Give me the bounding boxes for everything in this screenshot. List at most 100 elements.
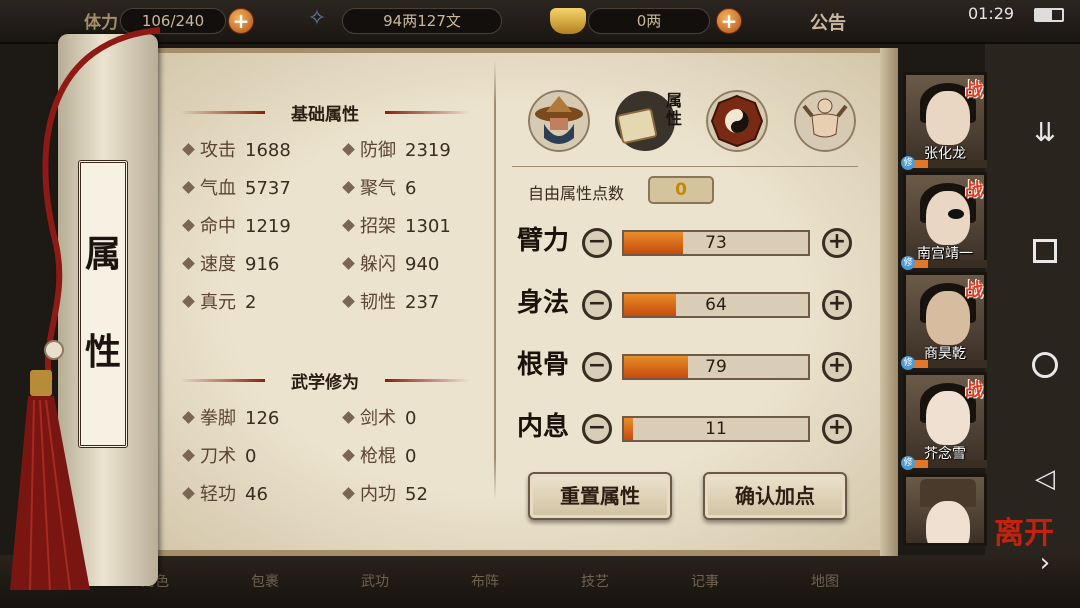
bagua-icon[interactable] <box>706 90 768 152</box>
header-ornament <box>385 111 470 114</box>
recent-apps-icon[interactable] <box>1030 236 1060 266</box>
clock: 01:29 <box>968 4 1015 23</box>
leave-button[interactable]: 离开 <box>994 508 1054 552</box>
battery-icon <box>1034 8 1064 22</box>
diamond-icon <box>182 411 195 424</box>
scroll-edge <box>880 48 898 556</box>
money-value: 94两127文 <box>342 8 502 34</box>
agility-bar: 64 <box>622 292 810 318</box>
basic-attributes-header: 基础属性 <box>180 100 470 125</box>
title-tag: 属 性 <box>78 160 128 448</box>
basic-attributes-title: 基础属性 <box>291 105 359 125</box>
diamond-icon <box>182 449 195 462</box>
breath-minus-button[interactable]: − <box>582 414 612 444</box>
face <box>926 391 970 445</box>
title-char-2: 性 <box>84 331 121 373</box>
chevron-right-icon[interactable]: › <box>1030 548 1060 578</box>
breath-value: 11 <box>705 419 727 439</box>
menu-bag[interactable]: 包裹 <box>235 562 295 602</box>
cultivation-bar <box>903 260 987 268</box>
stat-speed: 速度 916 <box>182 252 279 278</box>
add-gold-button[interactable]: + <box>716 8 742 34</box>
stat-lightness: 轻功 46 <box>182 482 268 508</box>
stat-inner: 内功 52 <box>342 482 428 508</box>
diamond-icon <box>342 487 355 500</box>
muscle-figure-icon[interactable] <box>794 90 856 152</box>
attr-constitution-label: 根骨 <box>516 350 569 380</box>
attr-strength-label: 臂力 <box>516 226 569 256</box>
strength-plus-button[interactable]: + <box>822 228 852 258</box>
stat-sword: 剑术 0 <box>342 406 416 432</box>
icon-row-divider <box>512 166 858 167</box>
agility-plus-button[interactable]: + <box>822 290 852 320</box>
stat-hp: 气血 5737 <box>182 176 291 202</box>
strength-value: 73 <box>705 233 727 253</box>
strength-bar: 73 <box>622 230 810 256</box>
tab-attributes-label: 属性 <box>665 91 682 128</box>
notice-button[interactable]: 公告 <box>810 9 846 35</box>
menu-crafts[interactable]: 技艺 <box>565 562 625 602</box>
menu-formation[interactable]: 布阵 <box>455 562 515 602</box>
constitution-bar: 79 <box>622 354 810 380</box>
martial-header: 武学修为 <box>180 368 470 393</box>
stat-attack: 攻击 1688 <box>182 138 291 164</box>
cultivation-tag: 修 <box>901 456 915 470</box>
party-member-1[interactable]: 战 张化龙 <box>903 72 987 168</box>
constitution-value: 79 <box>705 357 727 377</box>
battle-mark: 战 <box>965 380 983 401</box>
stat-dodge: 躲闪 940 <box>342 252 439 278</box>
face <box>926 191 970 245</box>
attr-breath-label: 内息 <box>516 412 569 442</box>
column-divider <box>494 60 496 500</box>
menu-journal[interactable]: 记事 <box>675 562 735 602</box>
party-member-2[interactable]: 战 南宫靖一 <box>903 172 987 268</box>
agility-value: 64 <box>705 295 727 315</box>
back-icon[interactable]: ◁ <box>1030 464 1060 494</box>
diamond-icon <box>342 295 355 308</box>
hat-character-icon[interactable] <box>528 90 590 152</box>
stat-parry: 招架 1301 <box>342 214 451 240</box>
cultivation-bar <box>903 460 987 468</box>
diamond-icon <box>342 449 355 462</box>
strength-minus-button[interactable]: − <box>582 228 612 258</box>
header-ornament <box>180 111 265 114</box>
home-icon[interactable] <box>1030 350 1060 380</box>
diamond-icon <box>342 411 355 424</box>
reset-attributes-button[interactable]: 重置属性 <box>528 472 672 520</box>
download-icon[interactable]: ⇊ <box>1030 118 1060 148</box>
diamond-icon <box>182 295 195 308</box>
battle-mark: 战 <box>965 280 983 301</box>
free-points-label: 自由属性点数 <box>528 184 625 203</box>
face <box>926 291 970 345</box>
diamond-icon <box>342 181 355 194</box>
diamond-icon <box>342 219 355 232</box>
menu-map[interactable]: 地图 <box>795 562 855 602</box>
face <box>926 91 970 145</box>
diamond-icon <box>182 181 195 194</box>
diamond-icon <box>182 219 195 232</box>
stat-qi: 聚气 6 <box>342 176 416 202</box>
stat-hit: 命中 1219 <box>182 214 291 240</box>
party-member-4[interactable]: 战 芥念雪 <box>903 372 987 468</box>
stat-zhenyuan: 真元 2 <box>182 290 256 316</box>
constitution-minus-button[interactable]: − <box>582 352 612 382</box>
diamond-icon <box>182 143 195 156</box>
cultivation-bar <box>903 360 987 368</box>
martial-title: 武学修为 <box>291 373 359 393</box>
menu-skills[interactable]: 武功 <box>345 562 405 602</box>
stat-fist: 拳脚 126 <box>182 406 279 432</box>
constitution-plus-button[interactable]: + <box>822 352 852 382</box>
cultivation-tag: 修 <box>901 256 915 270</box>
party-member-3[interactable]: 战 商昊乾 <box>903 272 987 368</box>
party-member-5[interactable] <box>903 474 987 546</box>
gold-value: 0两 <box>588 8 710 34</box>
battle-mark: 战 <box>965 180 983 201</box>
eyepatch-icon <box>948 209 964 219</box>
confirm-points-button[interactable]: 确认加点 <box>703 472 847 520</box>
breath-plus-button[interactable]: + <box>822 414 852 444</box>
cultivation-bar <box>903 160 987 168</box>
agility-minus-button[interactable]: − <box>582 290 612 320</box>
attr-agility-label: 身法 <box>516 288 569 318</box>
diamond-icon <box>342 257 355 270</box>
add-stamina-button[interactable]: + <box>228 8 254 34</box>
